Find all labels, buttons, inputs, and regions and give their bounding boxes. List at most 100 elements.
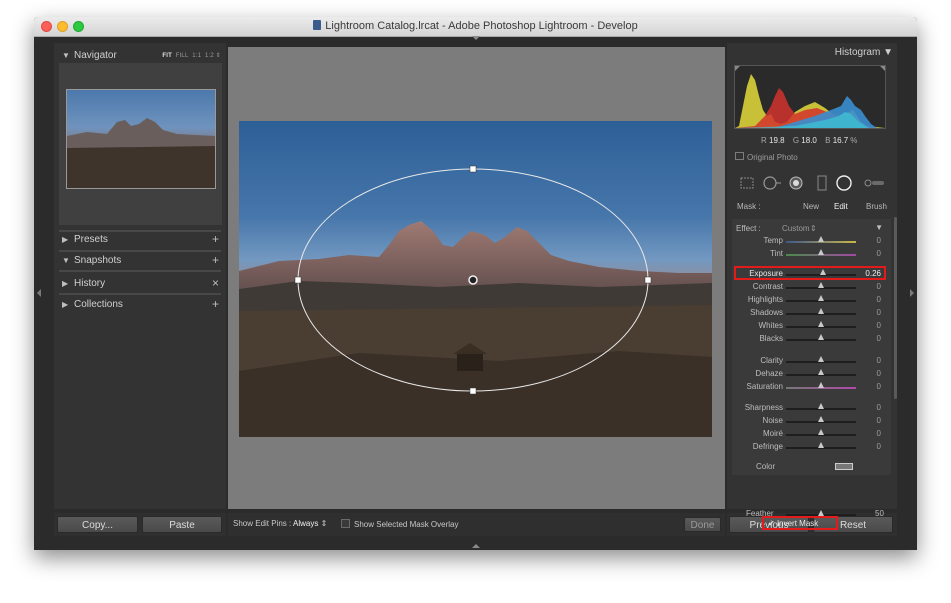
slider-value[interactable]: 0: [877, 282, 881, 291]
slider-temp[interactable]: Temp 0: [732, 236, 891, 247]
edit-pins-value[interactable]: Always: [293, 519, 318, 528]
b-label: B: [825, 136, 831, 145]
slider-shadows[interactable]: Shadows 0: [732, 308, 891, 319]
slider-thumb[interactable]: [818, 308, 824, 314]
slider-value[interactable]: 0: [877, 334, 881, 343]
slider-value[interactable]: 0: [877, 308, 881, 317]
mask-brush-button[interactable]: Brush: [866, 202, 887, 211]
original-photo-toggle[interactable]: Original Photo: [735, 152, 798, 162]
slider-thumb[interactable]: [818, 429, 824, 435]
slider-thumb[interactable]: [818, 295, 824, 301]
add-preset-icon[interactable]: +: [212, 232, 219, 246]
slider-whites[interactable]: Whites 0: [732, 321, 891, 332]
mask-edit-button[interactable]: Edit: [834, 202, 848, 211]
clear-history-icon[interactable]: ×: [212, 276, 219, 290]
navigator-thumbnail[interactable]: [66, 89, 216, 189]
presets-header[interactable]: ▶ Presets +: [54, 230, 226, 249]
color-row[interactable]: Color: [732, 462, 891, 473]
window-title: Lightroom Catalog.lrcat - Adobe Photosho…: [34, 20, 917, 32]
copy-button[interactable]: Copy...: [57, 516, 138, 533]
slider-value[interactable]: 0: [877, 295, 881, 304]
slider-highlights[interactable]: Highlights 0: [732, 295, 891, 306]
slider-blacks[interactable]: Blacks 0: [732, 334, 891, 345]
slider-value[interactable]: 0: [877, 416, 881, 425]
slider-moir[interactable]: Moiré 0: [732, 429, 891, 440]
slider-thumb[interactable]: [818, 282, 824, 288]
slider-tint[interactable]: Tint 0: [732, 249, 891, 260]
filmstrip-toggle-icon[interactable]: [472, 544, 480, 548]
zoom-1-1[interactable]: 1:1: [192, 53, 201, 59]
mask-overlay-control[interactable]: Show Selected Mask Overlay: [341, 519, 459, 529]
mask-handle-bottom: [469, 387, 477, 395]
slider-label: Contrast: [752, 282, 783, 291]
rgb-readout: R 19.8 G 18.0 B 16.7%: [761, 136, 857, 145]
slider-label: Temp: [763, 236, 783, 245]
effect-row[interactable]: Effect : Custom ⇕ ▼: [732, 223, 891, 235]
slider-value[interactable]: 0: [877, 442, 881, 451]
top-panel-toggle-icon[interactable]: [472, 36, 480, 40]
slider-thumb[interactable]: [818, 321, 824, 327]
right-panel-toggle-icon[interactable]: [910, 289, 914, 297]
photo-preview[interactable]: [239, 121, 712, 437]
slider-thumb[interactable]: [818, 403, 824, 409]
slider-value[interactable]: 0: [877, 249, 881, 258]
collections-header[interactable]: ▶ Collections +: [54, 295, 226, 314]
zoom-fit[interactable]: FIT: [162, 53, 172, 59]
histogram-graph[interactable]: [734, 65, 886, 129]
paste-button[interactable]: Paste: [142, 516, 222, 533]
image-canvas[interactable]: [228, 47, 725, 509]
crop-tool-icon: [740, 177, 754, 189]
slider-thumb[interactable]: [818, 236, 824, 242]
slider-thumb[interactable]: [818, 416, 824, 422]
spot-removal-icon: [763, 176, 781, 190]
slider-thumb[interactable]: [818, 249, 824, 255]
slider-value[interactable]: 0: [877, 321, 881, 330]
add-snapshot-icon[interactable]: +: [212, 253, 219, 267]
snapshots-header[interactable]: ▼ Snapshots +: [54, 251, 226, 270]
slider-value[interactable]: 0: [877, 369, 881, 378]
slider-saturation[interactable]: Saturation 0: [732, 382, 891, 393]
slider-contrast[interactable]: Contrast 0: [732, 282, 891, 293]
left-panel: ▼ Navigator FIT FILL 1:1 1:2 ⇕ ▶ Presets…: [54, 43, 226, 509]
effect-collapse-icon[interactable]: ▼: [875, 223, 883, 232]
slider-thumb[interactable]: [818, 382, 824, 388]
slider-thumb[interactable]: [818, 442, 824, 448]
effect-dropdown-icon[interactable]: ⇕: [810, 224, 817, 233]
history-header[interactable]: ▶ History ×: [54, 274, 226, 293]
slider-dehaze[interactable]: Dehaze 0: [732, 369, 891, 380]
slider-thumb[interactable]: [818, 369, 824, 375]
navigator-preview[interactable]: [59, 63, 222, 225]
slider-defringe[interactable]: Defringe 0: [732, 442, 891, 453]
slider-clarity[interactable]: Clarity 0: [732, 356, 891, 367]
color-label: Color: [756, 462, 776, 471]
slider-value[interactable]: 0: [877, 382, 881, 391]
done-button[interactable]: Done: [684, 517, 721, 532]
edit-pins-control[interactable]: Show Edit Pins : Always ⇕: [233, 519, 327, 528]
zoom-fill[interactable]: FILL: [176, 53, 189, 59]
mask-overlay-checkbox[interactable]: [341, 519, 350, 528]
navigator-zoom-modes[interactable]: FIT FILL 1:1 1:2 ⇕: [162, 52, 221, 59]
original-photo-checkbox[interactable]: [735, 152, 744, 160]
slider-value[interactable]: 0: [877, 403, 881, 412]
slider-noise[interactable]: Noise 0: [732, 416, 891, 427]
mask-new-button[interactable]: New: [803, 202, 819, 211]
document-icon: [313, 20, 322, 30]
expand-triangle-icon: ▶: [62, 300, 69, 309]
histogram-header[interactable]: Histogram ▼: [835, 47, 893, 58]
slider-value[interactable]: 0: [877, 236, 881, 245]
add-collection-icon[interactable]: +: [212, 297, 219, 311]
panel-scrollbar[interactable]: [894, 217, 897, 399]
slider-sharpness[interactable]: Sharpness 0: [732, 403, 891, 414]
center-toolbar: Show Edit Pins : Always ⇕ Show Selected …: [228, 513, 725, 536]
slider-thumb[interactable]: [818, 356, 824, 362]
invert-mask-checkbox[interactable]: ✔ Invert Mask: [768, 519, 818, 528]
r-label: R: [761, 136, 767, 145]
effect-preset-select[interactable]: Custom: [782, 224, 810, 233]
color-swatch[interactable]: [835, 463, 853, 470]
slider-value[interactable]: 0: [877, 429, 881, 438]
left-panel-toggle-icon[interactable]: [37, 289, 41, 297]
slider-thumb[interactable]: [818, 334, 824, 340]
zoom-1-2[interactable]: 1:2: [205, 53, 214, 59]
slider-value[interactable]: 0: [877, 356, 881, 365]
checkmark-icon: ✔: [768, 519, 775, 528]
